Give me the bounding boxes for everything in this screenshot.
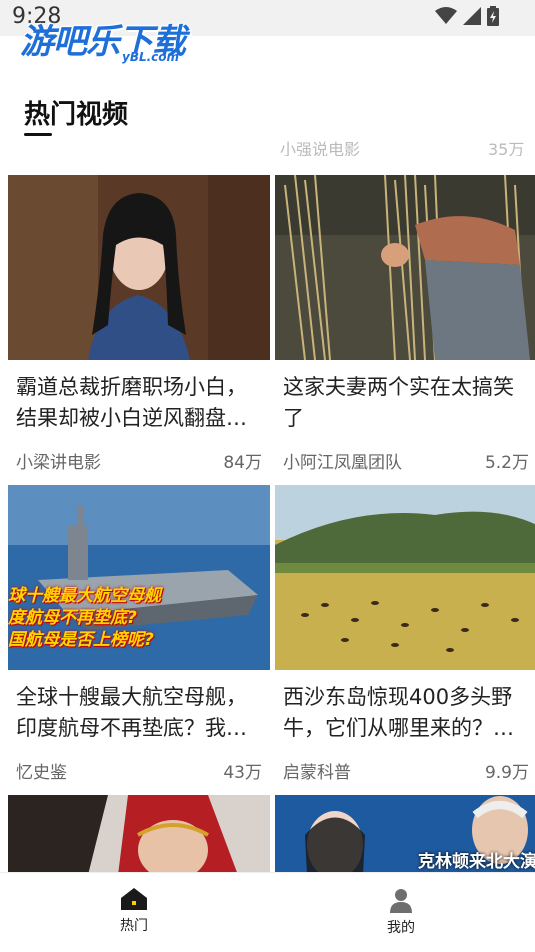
thumb-overlay-line: 球十艘最大航空母舰 [8, 586, 161, 606]
video-thumbnail[interactable] [275, 485, 535, 670]
nav-hot-label: 热门 [120, 918, 148, 934]
video-author[interactable]: 忆史鉴 [16, 758, 67, 783]
wifi-icon [435, 7, 457, 24]
scrolled-author: 小强说电影 [280, 140, 361, 156]
video-thumbnail[interactable] [275, 175, 535, 360]
scrolled-views: 35万 [488, 140, 525, 156]
nav-mine[interactable]: 我的 [361, 887, 441, 937]
video-title[interactable]: 这家夫妻两个实在太搞笑了 [283, 372, 529, 434]
page-title: 热门视频 [24, 100, 129, 130]
video-thumbnail[interactable] [8, 795, 270, 875]
nav-hot[interactable]: 热门 [94, 887, 174, 935]
bottom-nav: 热门 我的 [0, 872, 535, 952]
video-thumbnail[interactable]: 球十艘最大航空母舰 度航母不再垫底? 国航母是否上榜呢? [8, 485, 270, 670]
video-thumbnail[interactable] [8, 175, 270, 360]
video-views: 9.9万 [484, 763, 529, 783]
video-card[interactable] [8, 795, 270, 875]
video-views: 43万 [223, 763, 262, 783]
nav-mine-label: 我的 [387, 920, 415, 936]
video-title[interactable]: 全球十艘最大航空母舰，印度航母不再垫底？我… [16, 682, 262, 744]
battery-icon [487, 6, 499, 26]
watermark-url: yBL.com [122, 50, 180, 64]
video-card[interactable]: 这家夫妻两个实在太搞笑了 小阿江凤凰团队 5.2万 [275, 175, 535, 473]
person-icon [390, 889, 412, 913]
video-author[interactable]: 小梁讲电影 [16, 448, 101, 473]
video-card[interactable]: 西沙东岛惊现400多头野牛，它们从哪里来的？… 启蒙科普 9.9万 [275, 485, 535, 783]
video-author[interactable]: 小阿江凤凰团队 [283, 448, 402, 473]
video-title[interactable]: 西沙东岛惊现400多头野牛，它们从哪里来的？… [283, 682, 529, 744]
thumb-overlay-line: 度航母不再垫底? [8, 608, 137, 628]
video-card[interactable]: 克林顿来北大演 [275, 795, 535, 875]
scrolled-row: 小强说电影 35万 [0, 138, 535, 156]
thumb-overlay-line: 国航母是否上榜呢? [8, 630, 154, 650]
video-meta: 启蒙科普 9.9万 [283, 758, 529, 783]
video-meta: 小阿江凤凰团队 5.2万 [283, 448, 529, 473]
signal-icon [463, 7, 481, 25]
video-card[interactable]: 球十艘最大航空母舰 度航母不再垫底? 国航母是否上榜呢? 全球十艘最大航空母舰，… [8, 485, 270, 783]
video-author[interactable]: 启蒙科普 [283, 758, 351, 783]
video-card[interactable]: 霸道总裁折磨职场小白，结果却被小白逆风翻盘… 小梁讲电影 84万 [8, 175, 270, 473]
thumb-overlay-line: 克林顿来北大演 [418, 852, 535, 872]
video-title[interactable]: 霸道总裁折磨职场小白，结果却被小白逆风翻盘… [16, 372, 262, 434]
video-thumbnail[interactable]: 克林顿来北大演 [275, 795, 535, 875]
video-meta: 小梁讲电影 84万 [16, 448, 262, 473]
status-icons [435, 6, 499, 26]
video-views: 84万 [223, 453, 262, 473]
video-views: 5.2万 [484, 453, 529, 473]
home-icon [121, 888, 147, 910]
video-meta: 忆史鉴 43万 [16, 758, 262, 783]
title-underline [24, 133, 52, 136]
